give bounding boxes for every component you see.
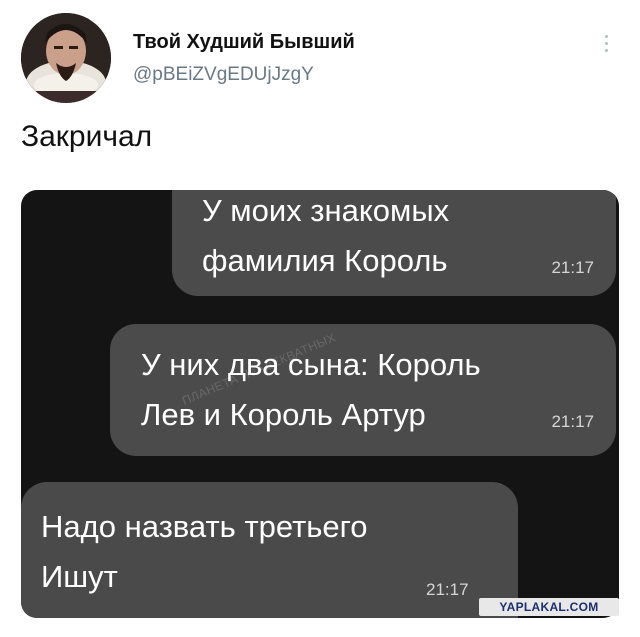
tweet-media-image[interactable]: У моих знакомых фамилия Король 21:17 У н… [21, 190, 619, 618]
message-line: Надо назвать третьего [41, 509, 368, 544]
avatar[interactable] [21, 13, 111, 103]
message-time: 21:17 [426, 580, 469, 599]
author-name[interactable]: Твой Худший Бывший [133, 31, 355, 54]
chat-message: У моих знакомых фамилия Король 21:17 [172, 190, 616, 296]
author-handle[interactable]: @pBEiZVgEDUjJzgY [133, 64, 314, 86]
message-line: Лев и Король Артур [141, 397, 426, 432]
tweet-header: Твой Худший Бывший @pBEiZVgEDUjJzgY [0, 0, 640, 110]
site-watermark: YAPLAKAL.COM [479, 598, 619, 616]
more-dot [604, 48, 608, 52]
more-dot [604, 34, 608, 38]
more-vertical-icon[interactable] [594, 30, 618, 56]
chat-message: У них два сына: Король Лев и Король Арту… [110, 324, 616, 456]
message-time: 21:17 [551, 412, 594, 431]
avatar-image [21, 13, 111, 103]
message-line: У моих знакомых [202, 193, 450, 228]
tweet-text: Закричал [21, 120, 153, 153]
message-time: 21:17 [551, 258, 594, 277]
more-dot [604, 41, 608, 45]
chat-message: Надо назвать третьего Ишут 21:17 [21, 482, 518, 618]
